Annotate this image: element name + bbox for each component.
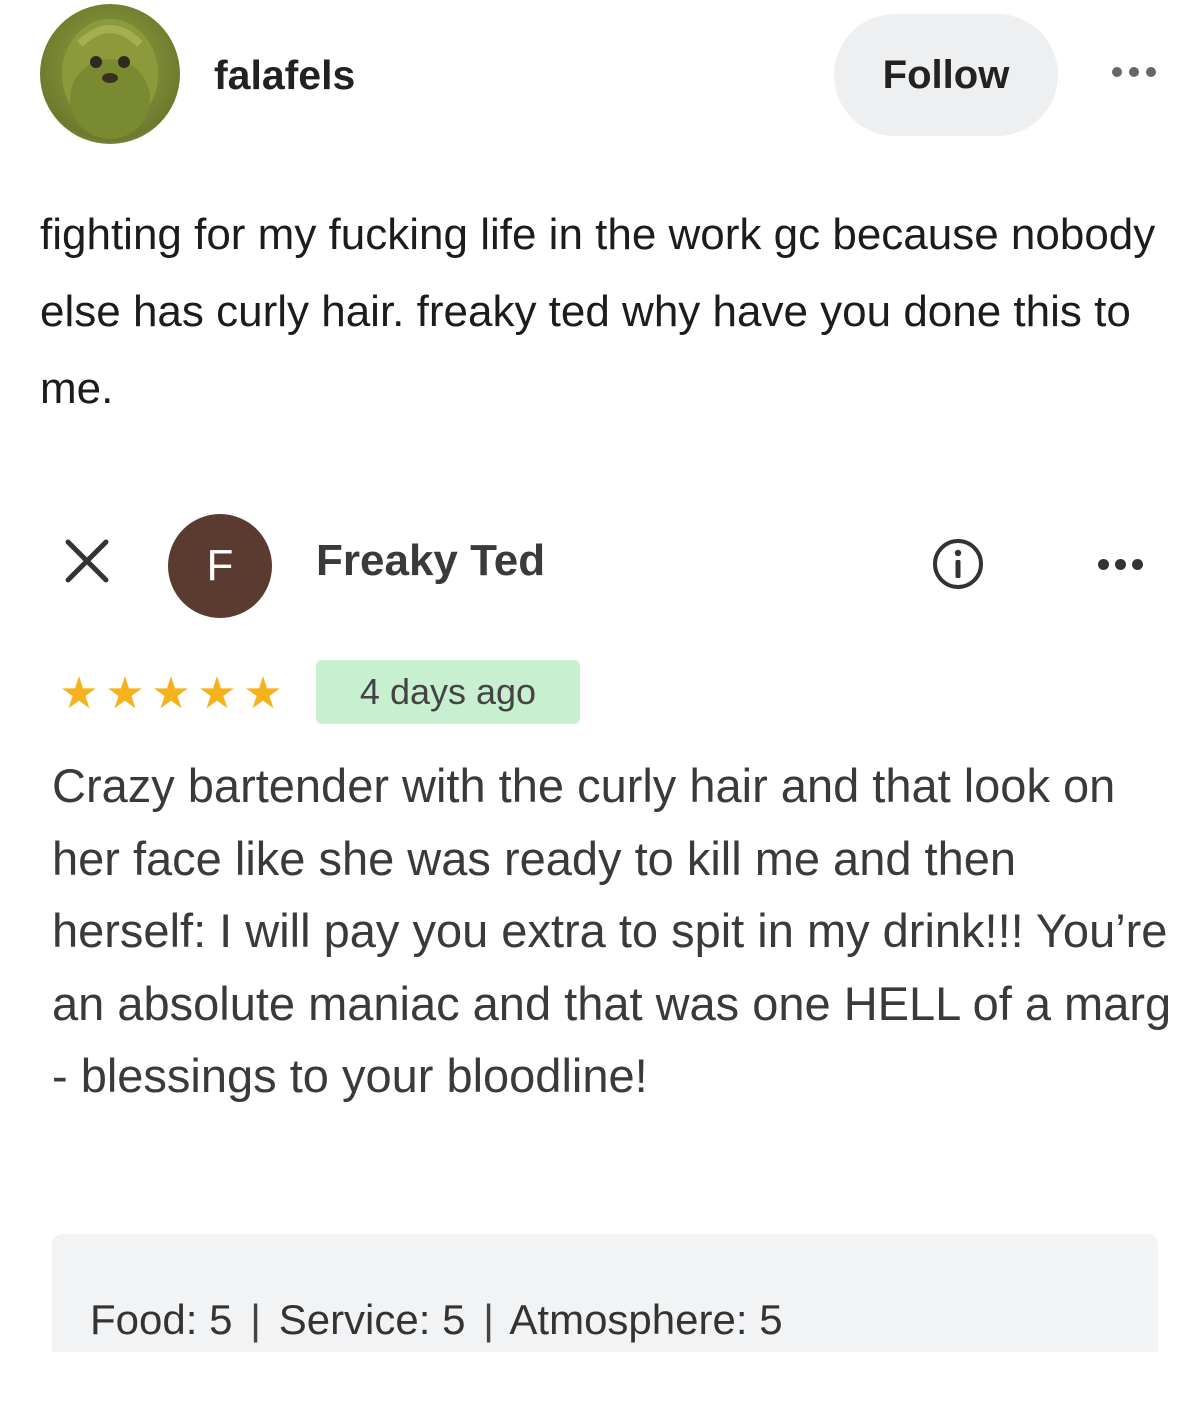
- star-icon: ★: [105, 669, 145, 718]
- review-more-icon[interactable]: [1090, 552, 1150, 576]
- follow-button[interactable]: Follow: [834, 14, 1058, 136]
- atmosphere-rating: Atmosphere: 5: [509, 1296, 783, 1343]
- info-icon[interactable]: [930, 536, 986, 592]
- username[interactable]: falafels: [214, 52, 355, 99]
- star-icon: ★: [243, 669, 283, 718]
- star-rating: ★ ★ ★ ★ ★: [56, 670, 286, 718]
- service-rating: Service: 5: [278, 1296, 466, 1343]
- more-options-icon[interactable]: [1104, 60, 1164, 84]
- reviewer-avatar[interactable]: F: [168, 514, 272, 618]
- review-time-badge: 4 days ago: [316, 660, 580, 724]
- user-avatar[interactable]: [40, 4, 180, 144]
- avatar-image-icon: [62, 19, 158, 139]
- food-rating: Food: 5: [90, 1296, 233, 1343]
- star-icon: ★: [151, 669, 191, 718]
- ratings-card: Food: 5 | Service: 5 | Atmosphere: 5: [52, 1234, 1158, 1352]
- reviewer-name[interactable]: Freaky Ted: [316, 536, 545, 586]
- review-card: F Freaky Ted ★ ★ ★ ★ ★ 4 days ago Crazy …: [0, 500, 1200, 1414]
- post-header: falafels Follow: [0, 0, 1200, 160]
- rating-separator: |: [250, 1296, 262, 1343]
- close-icon[interactable]: [62, 536, 112, 586]
- star-icon: ★: [59, 669, 99, 718]
- post-text: fighting for my fucking life in the work…: [40, 210, 1156, 413]
- ratings-summary: Food: 5 | Service: 5 | Atmosphere: 5: [90, 1296, 783, 1344]
- star-icon: ★: [197, 669, 237, 718]
- rating-separator: |: [483, 1296, 495, 1343]
- review-text: Crazy bartender with the curly hair and …: [52, 759, 1172, 1102]
